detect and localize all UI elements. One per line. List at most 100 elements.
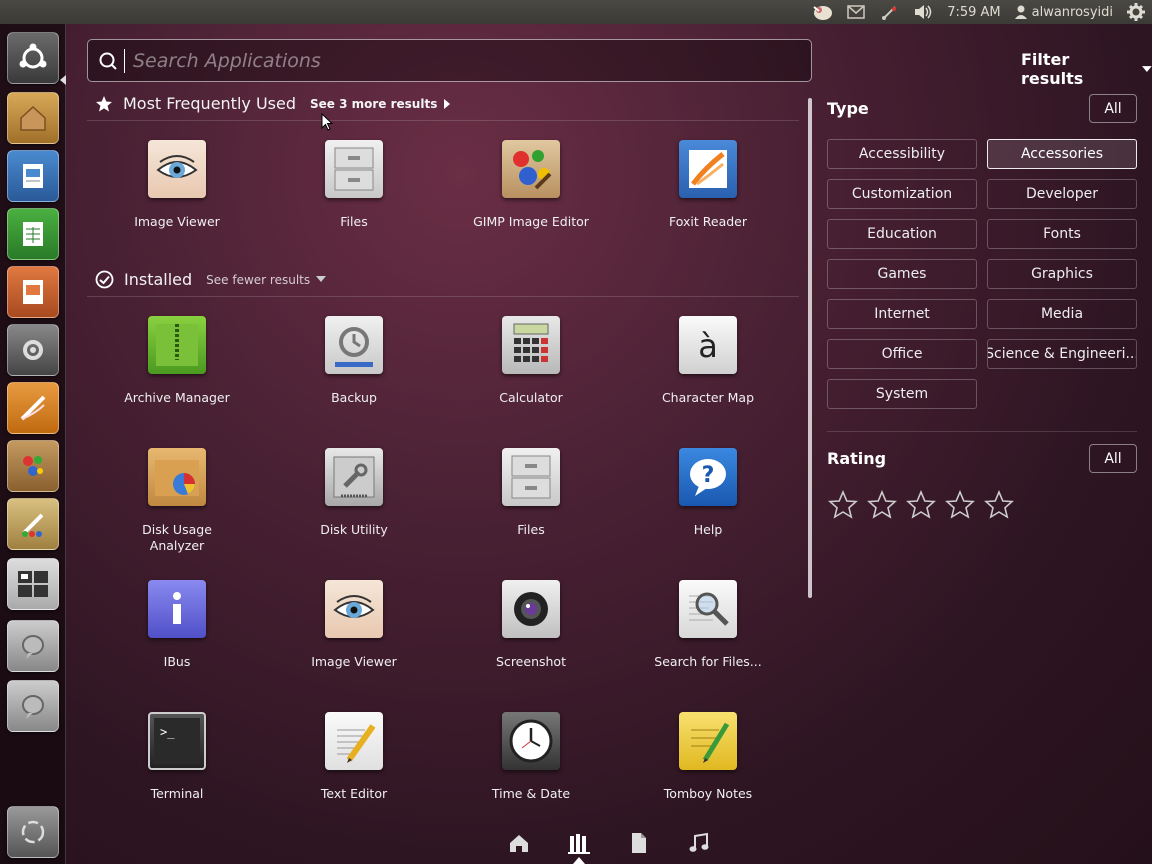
app-label: Search for Files... — [654, 654, 762, 669]
username: alwanrosyidi — [1031, 4, 1113, 20]
clock-icon — [502, 712, 560, 770]
results-scrollbar[interactable] — [808, 98, 812, 598]
app-label: Foxit Reader — [669, 214, 747, 229]
rating-star-icon[interactable] — [984, 490, 1014, 520]
rating-heading: Rating — [827, 449, 887, 468]
category-button[interactable]: Accessories — [987, 139, 1137, 169]
category-button[interactable]: Office — [827, 339, 977, 369]
chat-icon-2[interactable] — [7, 680, 59, 732]
applications-lens-icon[interactable] — [568, 832, 590, 854]
app-tile[interactable]: ? Help — [638, 448, 778, 538]
search-bar[interactable] — [87, 39, 812, 82]
app-tile[interactable]: Time & Date — [461, 712, 601, 802]
rating-star-icon[interactable] — [867, 490, 897, 520]
system-settings-icon[interactable] — [7, 324, 59, 376]
app-label: GIMP Image Editor — [473, 214, 589, 229]
archive-icon — [148, 316, 206, 374]
category-button[interactable]: Education — [827, 219, 977, 249]
launcher — [0, 24, 66, 864]
app-label: Terminal — [150, 786, 204, 801]
app-label: Text Editor — [320, 786, 388, 801]
category-button[interactable]: Internet — [827, 299, 977, 329]
writer-icon[interactable] — [7, 150, 59, 202]
chevron-down-icon — [1142, 65, 1152, 72]
paint-launcher-icon[interactable] — [7, 498, 59, 550]
files-lens-icon[interactable] — [628, 832, 650, 854]
app-tile[interactable]: Foxit Reader — [638, 140, 778, 230]
app-label: Disk Usage Analyzer — [142, 522, 212, 553]
gimp-launcher-icon[interactable] — [7, 440, 59, 492]
app-tile[interactable]: Image Viewer — [284, 580, 424, 670]
app-tile[interactable]: Screenshot — [461, 580, 601, 670]
app-label: Calculator — [499, 390, 563, 405]
rating-star-icon[interactable] — [906, 490, 936, 520]
user-menu[interactable]: alwanrosyidi — [1008, 0, 1120, 24]
search-icon — [99, 52, 117, 70]
app-tile[interactable]: Text Editor — [284, 712, 424, 802]
files-icon — [325, 140, 383, 198]
app-label: Screenshot — [496, 654, 566, 669]
foxit-launcher-icon[interactable] — [7, 382, 59, 434]
filter-title: Filter results — [1021, 50, 1084, 88]
category-button[interactable]: Developer — [987, 179, 1137, 209]
app-tile[interactable]: Search for Files... — [638, 580, 778, 670]
active-lens-indicator-icon — [573, 857, 585, 864]
search-input[interactable] — [133, 49, 793, 72]
category-button[interactable]: Science & Engineeri... — [987, 339, 1137, 369]
rating-all-button[interactable]: All — [1089, 444, 1137, 473]
app-tile[interactable]: à Character Map — [638, 316, 778, 406]
app-label: Help — [693, 522, 723, 537]
category-button[interactable]: Games — [827, 259, 977, 289]
rating-star-icon[interactable] — [945, 490, 975, 520]
app-tile[interactable]: Calculator — [461, 316, 601, 406]
app-tile[interactable]: Files — [284, 140, 424, 230]
category-button[interactable]: Media — [987, 299, 1137, 329]
app-label: Files — [340, 214, 368, 229]
clock[interactable]: 7:59 AM — [940, 0, 1007, 24]
workspace-switcher-icon[interactable] — [7, 558, 59, 610]
see-fewer-link[interactable]: See fewer results — [206, 273, 327, 287]
category-button[interactable]: Customization — [827, 179, 977, 209]
chat-icon[interactable] — [7, 620, 59, 672]
app-tile[interactable]: Disk Utility — [284, 448, 424, 538]
pidgin-icon[interactable] — [804, 0, 840, 24]
category-button[interactable]: Fonts — [987, 219, 1137, 249]
user-icon — [1014, 5, 1027, 19]
home-lens-icon[interactable] — [508, 832, 530, 854]
impress-icon[interactable] — [7, 266, 59, 318]
trash-icon[interactable] — [7, 806, 59, 858]
app-tile[interactable]: Image Viewer — [107, 140, 247, 230]
type-heading: Type — [827, 99, 869, 118]
app-tile[interactable]: >_ Terminal — [107, 712, 247, 802]
gear-icon[interactable] — [1120, 0, 1152, 24]
app-tile[interactable]: GIMP Image Editor — [461, 140, 601, 230]
music-lens-icon[interactable] — [688, 832, 710, 854]
app-tile[interactable]: Disk Usage Analyzer — [107, 448, 247, 554]
dash-home-icon[interactable] — [7, 32, 59, 84]
mouse-cursor-icon — [321, 113, 333, 131]
app-tile[interactable]: Files — [461, 448, 601, 538]
ibus-icon — [148, 580, 206, 638]
see-more-link[interactable]: See 3 more results — [310, 97, 451, 111]
app-tile[interactable]: Archive Manager — [107, 316, 247, 406]
network-icon[interactable] — [872, 0, 906, 24]
category-button[interactable]: Accessibility — [827, 139, 977, 169]
category-button[interactable]: Graphics — [987, 259, 1137, 289]
app-label: Time & Date — [491, 786, 571, 801]
mail-icon[interactable] — [840, 0, 872, 24]
section-title-frequent: Most Frequently Used — [123, 94, 296, 113]
type-all-button[interactable]: All — [1089, 94, 1137, 123]
volume-icon[interactable] — [906, 0, 940, 24]
calc-icon[interactable] — [7, 208, 59, 260]
star-icon — [96, 95, 112, 111]
app-tile[interactable]: Tomboy Notes — [638, 712, 778, 802]
app-tile[interactable]: Backup — [284, 316, 424, 406]
svg-text:à: à — [698, 327, 718, 365]
app-tile[interactable]: IBus — [107, 580, 247, 670]
image-viewer-icon — [148, 140, 206, 198]
filter-results-toggle[interactable]: Filter results — [1021, 50, 1152, 88]
app-label: Backup — [331, 390, 377, 405]
category-button[interactable]: System — [827, 379, 977, 409]
rating-star-icon[interactable] — [828, 490, 858, 520]
home-folder-icon[interactable] — [7, 92, 59, 144]
